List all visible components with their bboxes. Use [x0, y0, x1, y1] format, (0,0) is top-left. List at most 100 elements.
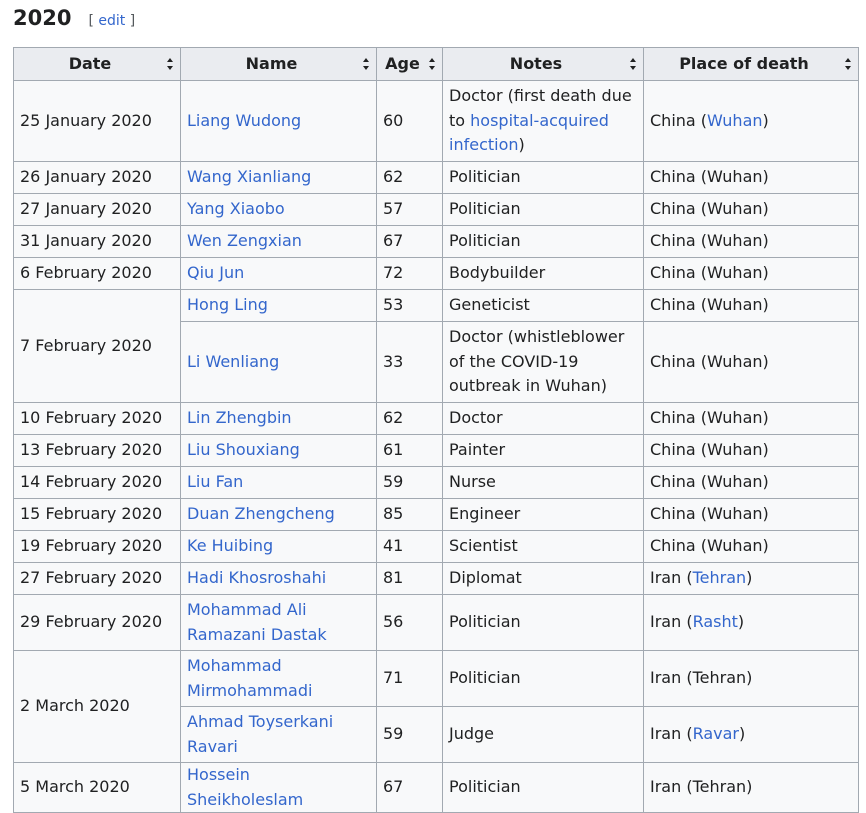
- sort-icon[interactable]: [845, 58, 852, 70]
- age-cell: 53: [376, 289, 443, 322]
- person-link[interactable]: Mohammad Mirmohammadi: [187, 656, 312, 700]
- person-link[interactable]: Wang Xianliang: [187, 167, 311, 186]
- cell-text: Politician: [449, 612, 521, 632]
- cell-text: Bodybuilder: [449, 263, 546, 283]
- cell-text: Scientist: [449, 536, 518, 556]
- date-cell: 26 January 2020: [13, 161, 181, 194]
- column-header-notes[interactable]: Notes: [442, 47, 644, 81]
- sort-icon[interactable]: [363, 58, 370, 70]
- age-cell: 81: [376, 562, 443, 595]
- sort-icon[interactable]: [429, 58, 436, 70]
- cell-text: China (Wuhan): [650, 504, 769, 524]
- cell-text: Diplomat: [449, 568, 522, 588]
- table-row: 6 February 2020 Qiu Jun 72 Bodybuilder China…: [13, 257, 859, 290]
- date-cell: 2 March 2020: [13, 650, 181, 763]
- cell-text: China (Wuhan): [650, 295, 769, 315]
- person-link[interactable]: Duan Zhengcheng: [187, 504, 335, 523]
- person-link[interactable]: Wen Zengxian: [187, 231, 302, 250]
- age-cell: 60: [376, 80, 443, 162]
- edit-section: [ edit ]: [88, 13, 136, 29]
- cell-text: Engineer: [449, 504, 521, 524]
- age-cell: 41: [376, 530, 443, 563]
- cell-text: China (Wuhan): [650, 231, 769, 251]
- person-link[interactable]: Li Wenliang: [187, 352, 279, 371]
- notes-cell: Politician: [442, 193, 644, 226]
- cell-text: Iran (Tehran): [650, 777, 753, 797]
- cell-text: Politician: [449, 777, 521, 797]
- name-cell: Hossein Sheikholeslam: [180, 762, 377, 813]
- date-cell: 7 February 2020: [13, 289, 181, 403]
- cell-text: Politician: [449, 231, 521, 251]
- notes-cell: Diplomat: [442, 562, 644, 595]
- cell-text: ): [762, 110, 769, 130]
- person-link[interactable]: Liu Fan: [187, 472, 243, 491]
- date-cell: 19 February 2020: [13, 530, 181, 563]
- place-of-death-cell: China (Wuhan): [643, 530, 859, 563]
- person-link[interactable]: Mohammad Ali Ramazani Dastak: [187, 600, 327, 644]
- cell-text: China (Wuhan): [650, 472, 769, 492]
- date-cell: 10 February 2020: [13, 402, 181, 435]
- table-row: 7 February 2020 Hong Ling 53 Geneticist Chin…: [13, 289, 859, 403]
- cell-text: China (Wuhan): [650, 167, 769, 187]
- table-row: 27 February 2020 Hadi Khosroshahi 81 Diplom…: [13, 562, 859, 595]
- deaths-table: Date Name Age Notes Place of death 25 Ja…: [13, 47, 859, 813]
- person-link[interactable]: Liu Shouxiang: [187, 440, 300, 459]
- column-header-age[interactable]: Age: [376, 47, 443, 81]
- age-cell: 33: [376, 321, 443, 403]
- age-cell: 62: [376, 402, 443, 435]
- cell-link[interactable]: Wuhan: [707, 111, 762, 130]
- table-row: 29 February 2020 Mohammad Ali Ramazani Da…: [13, 594, 859, 651]
- sort-icon[interactable]: [630, 58, 637, 70]
- date-cell: 27 February 2020: [13, 562, 181, 595]
- cell-link[interactable]: Tehran: [693, 568, 747, 587]
- table-row: 5 March 2020 Hossein Sheikholeslam 67 Polit…: [13, 762, 859, 813]
- edit-link[interactable]: edit: [98, 13, 125, 29]
- age-cell: 57: [376, 193, 443, 226]
- age-cell: 61: [376, 434, 443, 467]
- name-cell: Liang Wudong: [180, 80, 377, 162]
- notes-cell: Doctor: [442, 402, 644, 435]
- notes-cell: Bodybuilder: [442, 257, 644, 290]
- age-cell: 62: [376, 161, 443, 194]
- name-cell: Hadi Khosroshahi: [180, 562, 377, 595]
- place-of-death-cell: China (Wuhan): [643, 498, 859, 531]
- column-header-place-of-death[interactable]: Place of death: [643, 47, 859, 81]
- person-link[interactable]: Qiu Jun: [187, 263, 244, 282]
- table-row: 26 January 2020 Wang Xianliang 62 Politicia…: [13, 161, 859, 194]
- column-header-name[interactable]: Name: [180, 47, 377, 81]
- person-link[interactable]: Hossein Sheikholeslam: [187, 765, 303, 809]
- cell-link[interactable]: Ravar: [693, 724, 739, 743]
- name-cell: Duan Zhengcheng: [180, 498, 377, 531]
- person-link[interactable]: Liang Wudong: [187, 111, 301, 130]
- cell-text: Politician: [449, 167, 521, 187]
- name-cell: Hong Ling: [180, 289, 377, 322]
- name-cell: Mohammad Mirmohammadi: [180, 650, 377, 707]
- column-header-date[interactable]: Date: [13, 47, 181, 81]
- notes-cell: Scientist: [442, 530, 644, 563]
- person-link[interactable]: Hong Ling: [187, 295, 268, 314]
- notes-cell: Politician: [442, 161, 644, 194]
- cell-text: Politician: [449, 668, 521, 688]
- person-link[interactable]: Hadi Khosroshahi: [187, 568, 326, 587]
- person-link[interactable]: Ahmad Toyserkani Ravari: [187, 712, 333, 756]
- cell-text: China (Wuhan): [650, 263, 769, 283]
- table-row: 19 February 2020 Ke Huibing 41 Scientist Chi…: [13, 530, 859, 563]
- place-of-death-cell: China (Wuhan): [643, 434, 859, 467]
- cell-text: Iran (: [650, 568, 693, 588]
- section-heading: 2020 [ edit ]: [13, 3, 135, 33]
- place-of-death-cell: China (Wuhan): [643, 402, 859, 435]
- cell-text: ): [518, 135, 525, 155]
- sort-icon[interactable]: [167, 58, 174, 70]
- date-cell: 27 January 2020: [13, 193, 181, 226]
- person-link[interactable]: Yang Xiaobo: [187, 199, 285, 218]
- age-cell: 72: [376, 257, 443, 290]
- cell-link[interactable]: hospital-acquired infection: [449, 111, 609, 155]
- cell-text: Nurse: [449, 472, 496, 492]
- person-link[interactable]: Lin Zhengbin: [187, 408, 292, 427]
- date-cell: 31 January 2020: [13, 225, 181, 258]
- cell-text: ): [746, 568, 753, 588]
- person-link[interactable]: Ke Huibing: [187, 536, 273, 555]
- name-cell: Liu Shouxiang: [180, 434, 377, 467]
- cell-link[interactable]: Rasht: [693, 612, 738, 631]
- name-cell: Wen Zengxian: [180, 225, 377, 258]
